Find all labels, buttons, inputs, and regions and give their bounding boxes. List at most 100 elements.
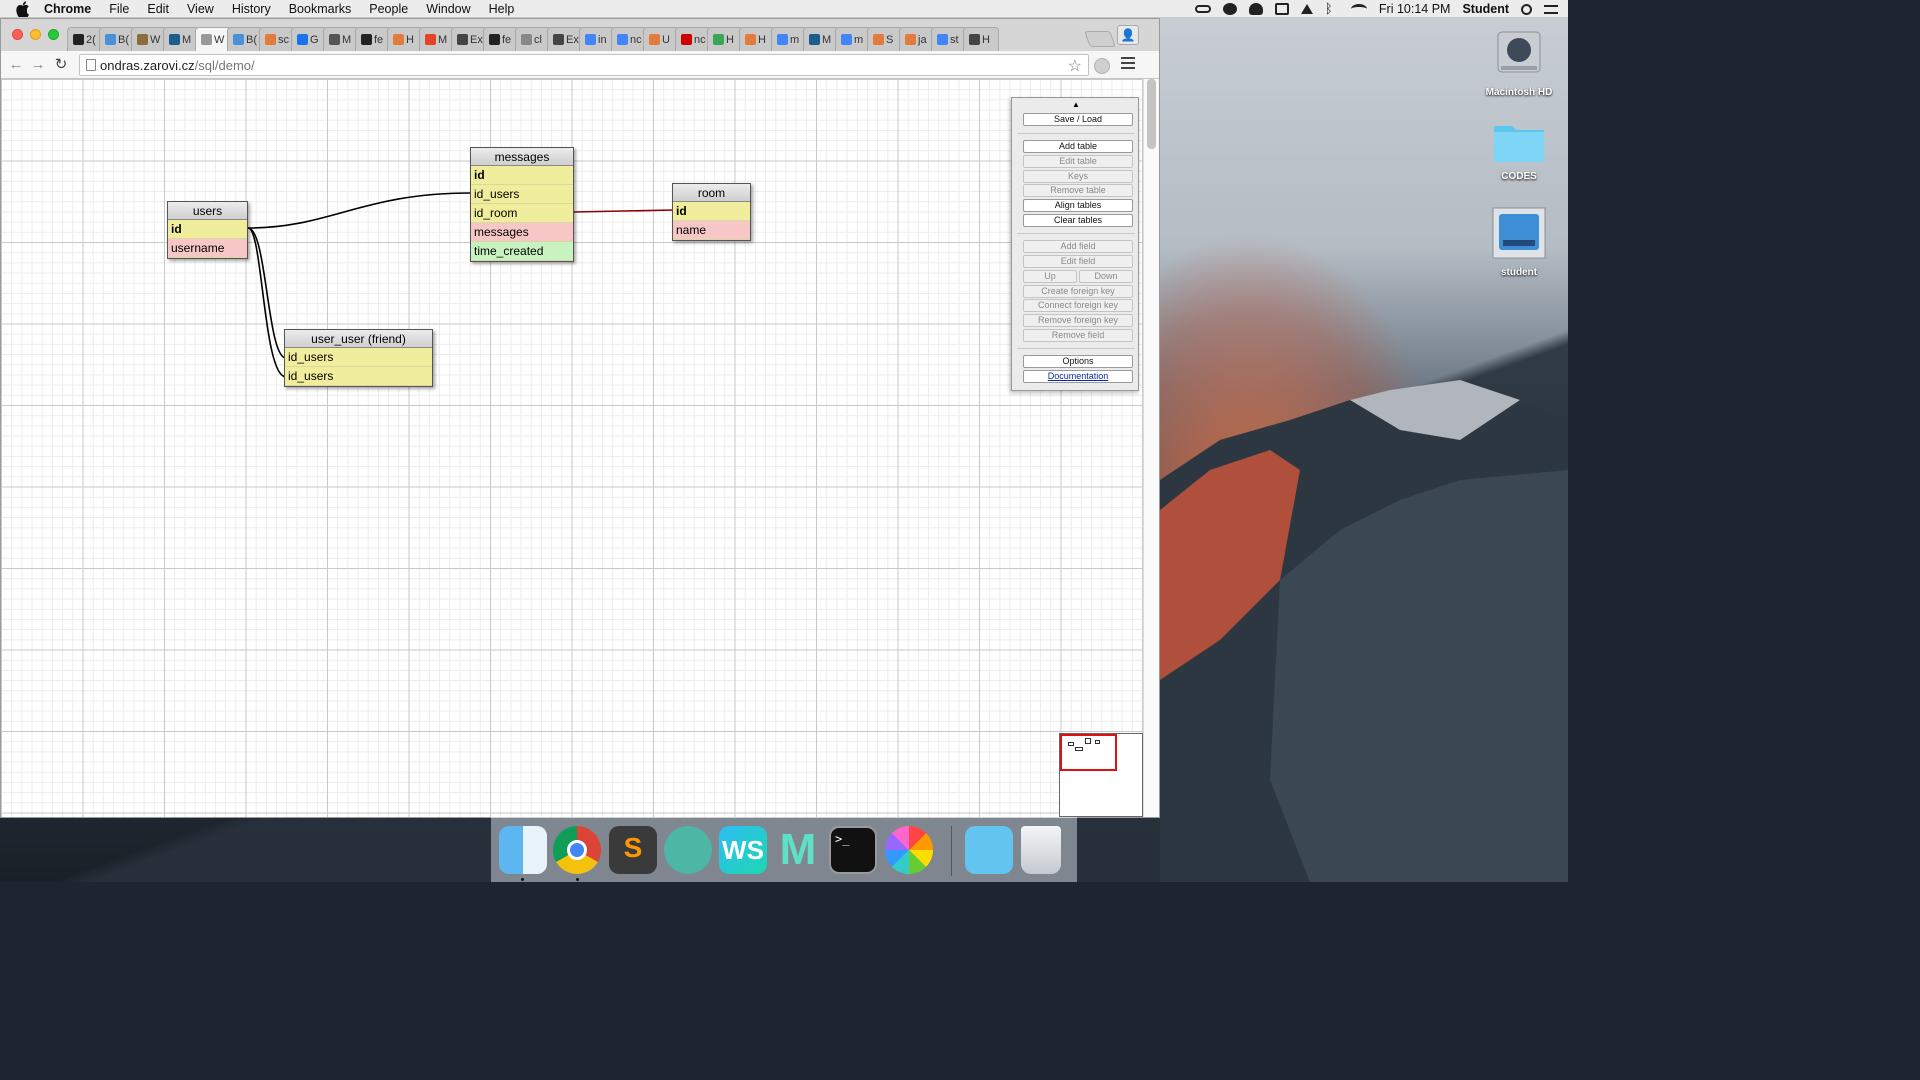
browser-tab[interactable]: m [835, 27, 871, 51]
browser-tab[interactable]: H [739, 27, 775, 51]
eject-icon[interactable] [1300, 4, 1313, 14]
photos-icon[interactable] [885, 826, 933, 874]
new-tab-button[interactable] [1084, 31, 1116, 47]
desktop-icon-macintosh-hd[interactable]: Macintosh HD [1484, 28, 1554, 98]
scrollbar-thumb[interactable] [1147, 79, 1156, 149]
table-title[interactable]: messages [471, 148, 573, 166]
browser-tab[interactable]: B( [99, 27, 135, 51]
atom-icon[interactable] [664, 826, 712, 874]
clear-tables-button[interactable]: Clear tables [1023, 214, 1133, 227]
owl-icon[interactable] [1222, 3, 1237, 15]
field-id-users[interactable]: id_users [285, 348, 432, 367]
browser-tab[interactable]: S [867, 27, 903, 51]
menu-people[interactable]: People [369, 2, 408, 16]
browser-tab[interactable]: W [131, 27, 167, 51]
browser-tab[interactable]: nc [675, 27, 711, 51]
table-messages[interactable]: messages id id_users id_room messages ti… [470, 147, 574, 262]
finder-icon[interactable] [499, 826, 547, 874]
documentation-link[interactable]: Documentation [1023, 370, 1133, 383]
desktop-icon-codes[interactable]: CODES [1484, 120, 1554, 182]
url-text[interactable]: ondras.zarovi.cz/sql/demo/ [100, 58, 255, 73]
browser-tab[interactable]: Ex [547, 27, 583, 51]
minimap[interactable] [1059, 733, 1143, 817]
browser-tab[interactable]: B( [227, 27, 263, 51]
back-button[interactable]: ← [7, 56, 25, 74]
add-field-button[interactable]: Add field [1023, 240, 1133, 253]
browser-tab[interactable]: 2( [67, 27, 103, 51]
browser-tab[interactable]: sc [259, 27, 295, 51]
menu-app-name[interactable]: Chrome [44, 2, 91, 16]
table-title[interactable]: room [673, 184, 750, 202]
schema-canvas[interactable]: users id username messages id id_users i… [1, 79, 1143, 817]
profile-avatar-button[interactable]: 👤 [1117, 25, 1139, 45]
browser-tab[interactable]: M [803, 27, 839, 51]
field-up-button[interactable]: Up [1023, 270, 1077, 283]
browser-tab[interactable]: H [707, 27, 743, 51]
connect-foreign-key-button[interactable]: Connect foreign key [1023, 299, 1133, 312]
bookmark-star-icon[interactable]: ☆ [1068, 56, 1082, 76]
airplay-icon[interactable] [1274, 3, 1289, 15]
menubar-clock[interactable]: Fri 10:14 PM [1379, 2, 1451, 16]
field-id[interactable]: id [471, 166, 573, 185]
browser-tab[interactable]: ja [899, 27, 935, 51]
browser-tab[interactable]: cl [515, 27, 551, 51]
browser-tab[interactable]: M [163, 27, 199, 51]
options-button[interactable]: Options [1023, 355, 1133, 368]
meteor-icon[interactable]: M [774, 826, 822, 874]
menu-file[interactable]: File [109, 2, 129, 16]
wifi-icon[interactable] [1350, 4, 1367, 14]
forward-button[interactable]: → [29, 56, 47, 74]
terminal-icon[interactable]: >_ [829, 826, 877, 874]
save-load-button[interactable]: Save / Load [1023, 113, 1133, 126]
field-id-users[interactable]: id_users [285, 367, 432, 386]
field-id-users[interactable]: id_users [471, 185, 573, 204]
add-table-button[interactable]: Add table [1023, 140, 1133, 153]
field-id[interactable]: id [168, 220, 247, 239]
minimize-window-button[interactable] [30, 29, 41, 40]
spotlight-search-icon[interactable] [1521, 3, 1532, 15]
browser-tab[interactable]: m [771, 27, 807, 51]
menubar-user[interactable]: Student [1462, 2, 1509, 16]
address-bar[interactable]: ondras.zarovi.cz/sql/demo/ ☆ [79, 54, 1089, 76]
table-user-user-friend[interactable]: user_user (friend) id_users id_users [284, 329, 433, 387]
browser-tab[interactable]: H [387, 27, 423, 51]
table-title[interactable]: users [168, 202, 247, 220]
keys-button[interactable]: Keys [1023, 170, 1133, 183]
downloads-folder-icon[interactable] [965, 826, 1013, 874]
remove-field-button[interactable]: Remove field [1023, 329, 1133, 342]
panel-collapse-icon[interactable]: ▲ [1072, 100, 1080, 109]
bluetooth-icon[interactable]: ᛒ [1325, 2, 1339, 15]
align-tables-button[interactable]: Align tables [1023, 199, 1133, 212]
menu-edit[interactable]: Edit [147, 2, 169, 16]
field-down-button[interactable]: Down [1079, 270, 1133, 283]
menu-view[interactable]: View [187, 2, 214, 16]
edit-table-button[interactable]: Edit table [1023, 155, 1133, 168]
table-users[interactable]: users id username [167, 201, 248, 259]
field-messages[interactable]: messages [471, 223, 573, 242]
table-title[interactable]: user_user (friend) [285, 330, 432, 348]
browser-tab[interactable]: U [643, 27, 679, 51]
browser-tab[interactable]: M [419, 27, 455, 51]
webstorm-icon[interactable]: WS [719, 826, 767, 874]
table-room[interactable]: room id name [672, 183, 751, 241]
browser-tab[interactable]: W× [195, 27, 231, 51]
remove-foreign-key-button[interactable]: Remove foreign key [1023, 314, 1133, 327]
create-foreign-key-button[interactable]: Create foreign key [1023, 285, 1133, 298]
browser-tab[interactable]: H [963, 27, 999, 51]
field-id-room[interactable]: id_room [471, 204, 573, 223]
browser-tab[interactable]: M [323, 27, 359, 51]
menu-help[interactable]: Help [489, 2, 515, 16]
edit-field-button[interactable]: Edit field [1023, 255, 1133, 268]
sublime-icon[interactable]: S [609, 826, 657, 874]
field-time-created[interactable]: time_created [471, 242, 573, 261]
trash-icon[interactable] [1021, 826, 1061, 874]
browser-tab[interactable]: nc [611, 27, 647, 51]
chrome-menu-icon[interactable] [1121, 57, 1135, 71]
browser-tab[interactable]: in [579, 27, 615, 51]
extension-icon[interactable] [1094, 58, 1110, 74]
browser-tab[interactable]: G [291, 27, 327, 51]
reload-button[interactable]: ↻ [52, 56, 70, 74]
browser-tab[interactable]: st [931, 27, 967, 51]
close-window-button[interactable] [12, 29, 23, 40]
chrome-icon[interactable] [553, 826, 601, 874]
